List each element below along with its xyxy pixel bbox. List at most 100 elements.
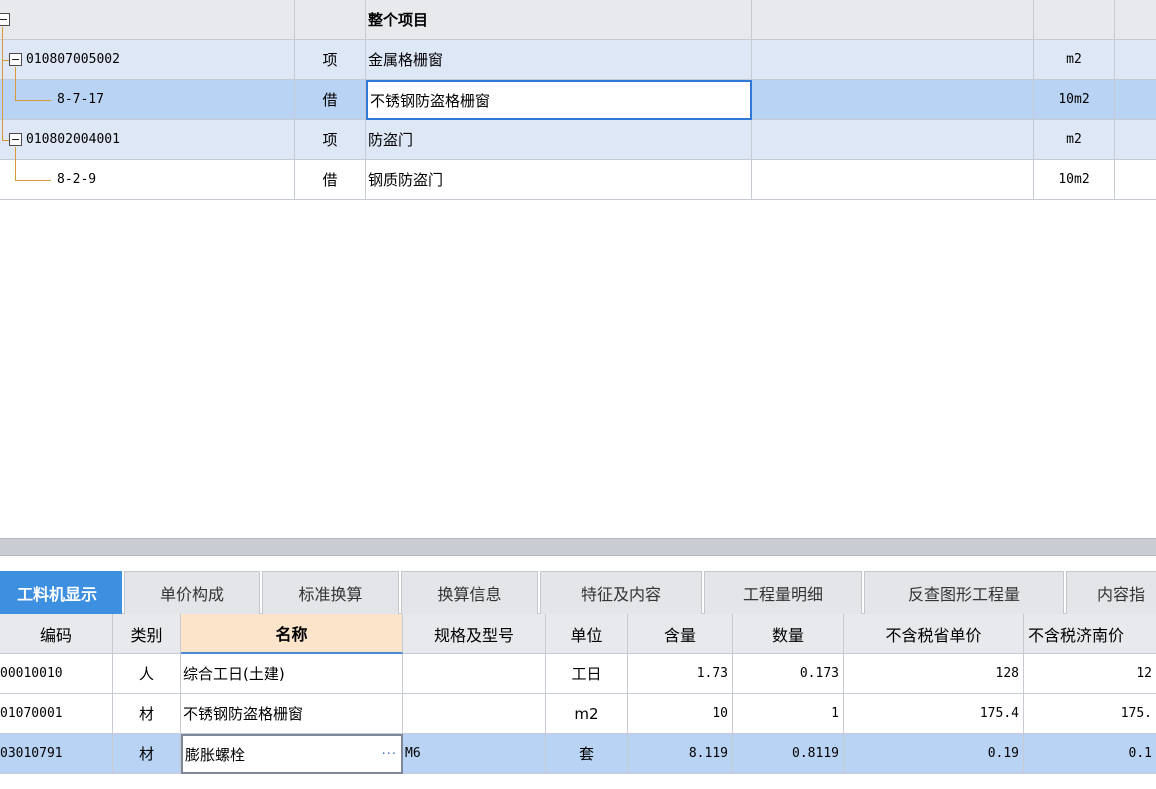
resource-grid: 编码 类别 名称 规格及型号 单位 含量 数量 不含税省单价 不含税济南价 00… [0, 614, 1156, 789]
type-cell: 借 [295, 160, 366, 200]
extra-cell [1115, 40, 1156, 80]
province-price-cell[interactable]: 128 [844, 654, 1024, 694]
extra-cell [1115, 80, 1156, 120]
code-cell[interactable]: 03010791 [0, 734, 113, 774]
content-cell[interactable]: 10 [628, 694, 733, 734]
resource-grid-header: 编码 类别 名称 规格及型号 单位 含量 数量 不含税省单价 不含税济南价 [0, 614, 1156, 654]
code-text: 8-2-9 [57, 172, 97, 187]
unit-cell[interactable]: m2 [1034, 40, 1115, 80]
spec-cell[interactable] [752, 80, 1034, 120]
spec-cell[interactable]: M6 [403, 734, 546, 774]
quantity-cell[interactable]: 0.8119 [733, 734, 844, 774]
unit-cell[interactable]: 10m2 [1034, 160, 1115, 200]
code-text: 8-7-17 [57, 92, 104, 107]
type-cell [295, 0, 366, 40]
tree-connector-line [15, 147, 16, 180]
type-cell: 项 [295, 120, 366, 160]
spec-cell[interactable] [752, 160, 1034, 200]
province-price-cell[interactable]: 175.4 [844, 694, 1024, 734]
quantity-cell[interactable]: 0.173 [733, 654, 844, 694]
spec-cell[interactable] [752, 120, 1034, 160]
code-cell[interactable]: 010802004001 [0, 120, 295, 160]
code-text: 010807005002 [26, 52, 120, 67]
name-cell-editing[interactable]: 不锈钢防盗格栅窗 [366, 80, 752, 120]
col-header-category[interactable]: 类别 [113, 614, 181, 654]
name-cell[interactable]: 整个项目 [366, 0, 752, 40]
col-header-province-price[interactable]: 不含税省单价 [844, 614, 1024, 654]
unit-cell[interactable]: 10m2 [1034, 80, 1115, 120]
extra-cell [1115, 0, 1156, 40]
spec-cell[interactable] [403, 694, 546, 734]
tree-row-item[interactable]: 010802004001 项 防盗门 m2 [0, 120, 1156, 160]
tree-connector-line [2, 140, 9, 141]
tree-connector-line [2, 27, 3, 140]
unit-cell[interactable]: m2 [546, 694, 628, 734]
panel-splitter[interactable] [0, 538, 1156, 556]
tab-content-guide[interactable]: 内容指 [1066, 571, 1156, 614]
collapse-toggle-icon[interactable] [9, 133, 22, 146]
tab-conversion-info[interactable]: 换算信息 [401, 571, 538, 614]
tree-row-item[interactable]: 010807005002 项 金属格栅窗 m2 [0, 40, 1156, 80]
collapse-toggle-icon[interactable] [9, 53, 22, 66]
tab-standard-conversion[interactable]: 标准换算 [262, 571, 399, 614]
type-cell: 项 [295, 40, 366, 80]
unit-cell [1034, 0, 1115, 40]
tree-connector-line [2, 60, 9, 61]
name-value[interactable]: 膨胀螺栓 [185, 744, 245, 765]
col-header-spec[interactable]: 规格及型号 [403, 614, 546, 654]
tab-quantity-detail[interactable]: 工程量明细 [704, 571, 862, 614]
name-cell[interactable]: 防盗门 [366, 120, 752, 160]
unit-cell[interactable]: 套 [546, 734, 628, 774]
extra-cell [1115, 120, 1156, 160]
quantity-cell[interactable]: 1 [733, 694, 844, 734]
resource-row[interactable]: 00010010 人 综合工日(土建) 工日 1.73 0.173 128 12 [0, 654, 1156, 694]
col-header-quantity[interactable]: 数量 [733, 614, 844, 654]
tree-row-subitem-selected[interactable]: 8-7-17 借 不锈钢防盗格栅窗 10m2 [0, 80, 1156, 120]
category-cell[interactable]: 材 [113, 734, 181, 774]
category-cell[interactable]: 人 [113, 654, 181, 694]
spec-cell [752, 0, 1034, 40]
content-cell[interactable]: 8.119 [628, 734, 733, 774]
tree-row-subitem[interactable]: 8-2-9 借 钢质防盗门 10m2 [0, 160, 1156, 200]
project-tree-grid: 整个项目 010807005002 项 金属格栅窗 m2 8-7-17 借 不锈… [0, 0, 1156, 201]
col-header-content[interactable]: 含量 [628, 614, 733, 654]
resource-row-selected[interactable]: 03010791 材 膨胀螺栓 ··· M6 套 8.119 0.8119 0.… [0, 734, 1156, 774]
tab-features-content[interactable]: 特征及内容 [540, 571, 702, 614]
province-price-cell[interactable]: 0.19 [844, 734, 1024, 774]
extra-cell [1115, 160, 1156, 200]
spec-cell[interactable] [752, 40, 1034, 80]
ellipsis-button[interactable]: ··· [382, 747, 397, 762]
code-cell[interactable]: 01070001 [0, 694, 113, 734]
name-cell[interactable]: 金属格栅窗 [366, 40, 752, 80]
jinan-price-cell[interactable]: 0.1 [1024, 734, 1156, 774]
jinan-price-cell[interactable]: 175. [1024, 694, 1156, 734]
name-cell[interactable]: 钢质防盗门 [366, 160, 752, 200]
spec-cell[interactable] [403, 654, 546, 694]
jinan-price-cell[interactable]: 12 [1024, 654, 1156, 694]
detail-tab-bar: 工料机显示 单价构成 标准换算 换算信息 特征及内容 工程量明细 反查图形工程量… [0, 566, 1156, 614]
code-cell[interactable] [0, 0, 295, 40]
col-header-unit[interactable]: 单位 [546, 614, 628, 654]
tab-unit-price-composition[interactable]: 单价构成 [124, 571, 260, 614]
tab-labor-material-machine[interactable]: 工料机显示 [0, 571, 122, 614]
unit-cell[interactable]: 工日 [546, 654, 628, 694]
col-header-jinan-price[interactable]: 不含税济南价 [1024, 614, 1156, 654]
name-cell[interactable]: 综合工日(土建) [181, 654, 403, 694]
category-cell[interactable]: 材 [113, 694, 181, 734]
unit-cell[interactable]: m2 [1034, 120, 1115, 160]
tab-reverse-graphic-quantity[interactable]: 反查图形工程量 [864, 571, 1064, 614]
tree-row-root[interactable]: 整个项目 [0, 0, 1156, 40]
content-cell[interactable]: 1.73 [628, 654, 733, 694]
collapse-toggle-icon[interactable] [0, 13, 10, 26]
col-header-code[interactable]: 编码 [0, 614, 113, 654]
code-cell[interactable]: 00010010 [0, 654, 113, 694]
type-cell: 借 [295, 80, 366, 120]
name-cell-editing[interactable]: 膨胀螺栓 ··· [181, 734, 403, 774]
name-cell[interactable]: 不锈钢防盗格栅窗 [181, 694, 403, 734]
code-text: 010802004001 [26, 132, 120, 147]
tree-connector-line [15, 180, 51, 181]
code-cell[interactable]: 010807005002 [0, 40, 295, 80]
col-header-name[interactable]: 名称 [181, 614, 403, 654]
tree-connector-line [15, 100, 51, 101]
resource-row[interactable]: 01070001 材 不锈钢防盗格栅窗 m2 10 1 175.4 175. [0, 694, 1156, 734]
